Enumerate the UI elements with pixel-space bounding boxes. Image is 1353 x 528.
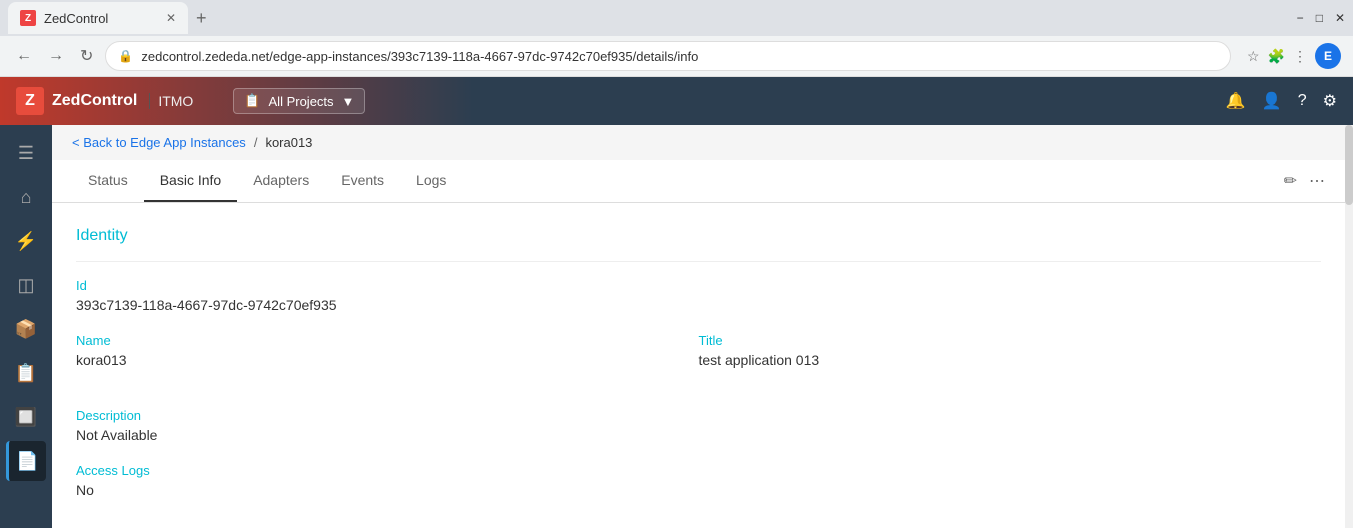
app-logo: Z ZedControl ITMO xyxy=(16,87,209,115)
help-button[interactable]: ? xyxy=(1298,92,1307,110)
title-field-group: Title test application 013 xyxy=(699,333,1322,368)
access-logs-value: No xyxy=(76,482,1321,498)
close-button[interactable]: ✕ xyxy=(1335,11,1345,25)
title-label: Title xyxy=(699,333,1322,348)
project-selector[interactable]: 📋 All Projects ▼ xyxy=(233,88,365,114)
name-field-group: Name kora013 xyxy=(76,333,699,368)
section-divider xyxy=(76,261,1321,262)
sidebar-item-instances[interactable]: 📄 xyxy=(6,441,46,481)
title-value: test application 013 xyxy=(699,352,1322,368)
scrollbar-track[interactable] xyxy=(1345,125,1353,528)
tabs-bar: Status Basic Info Adapters Events Logs ✏… xyxy=(52,160,1345,203)
window-controls: − □ ✕ xyxy=(1297,11,1345,25)
description-value: Not Available xyxy=(76,427,1321,443)
sidebar-item-edge[interactable]: ⚡ xyxy=(6,221,46,261)
logo-icon: Z xyxy=(16,87,44,115)
description-field-group: Description Not Available xyxy=(76,408,1321,443)
name-title-row: Name kora013 Title test application 013 xyxy=(76,333,1321,388)
sidebar-item-home[interactable]: ⌂ xyxy=(6,177,46,217)
minimize-button[interactable]: − xyxy=(1297,11,1304,25)
profile-button[interactable]: E xyxy=(1315,43,1341,69)
tab-basic-info[interactable]: Basic Info xyxy=(144,160,237,202)
tab-close-button[interactable]: ✕ xyxy=(166,11,176,25)
sidebar-item-nodes[interactable]: 🔲 xyxy=(6,397,46,437)
back-nav-button[interactable]: ← xyxy=(12,43,36,69)
name-value: kora013 xyxy=(76,352,699,368)
sidebar-item-menu[interactable]: ☰ xyxy=(6,133,46,173)
project-label: All Projects xyxy=(269,94,334,109)
project-icon: 📋 xyxy=(244,93,260,109)
address-bar-row: ← → ↻ 🔒 zedcontrol.zededa.net/edge-app-i… xyxy=(0,36,1353,76)
main-layout: ☰ ⌂ ⚡ ◫ 📦 📋 🔲 📄 < Back to Edge App Insta… xyxy=(0,125,1353,528)
description-label: Description xyxy=(76,408,1321,423)
more-button[interactable]: ⋮ xyxy=(1293,48,1307,65)
extensions-button[interactable]: 🧩 xyxy=(1268,48,1285,65)
edit-button[interactable]: ✏ xyxy=(1284,171,1297,191)
breadcrumb-current: kora013 xyxy=(265,135,312,150)
tab-title: ZedControl xyxy=(44,11,108,26)
tab-favicon: Z xyxy=(20,10,36,26)
breadcrumb: < Back to Edge App Instances / kora013 xyxy=(52,125,1345,160)
settings-button[interactable]: ⚙ xyxy=(1323,91,1337,111)
app-name: ZedControl xyxy=(52,92,137,110)
app: Z ZedControl ITMO 📋 All Projects ▼ 🔔 👤 ?… xyxy=(0,77,1353,528)
tab-bar: Z ZedControl ✕ + − □ ✕ xyxy=(0,0,1353,36)
maximize-button[interactable]: □ xyxy=(1316,11,1323,25)
sidebar-item-reports[interactable]: 📋 xyxy=(6,353,46,393)
address-bar[interactable]: 🔒 zedcontrol.zededa.net/edge-app-instanc… xyxy=(105,41,1231,71)
tab-actions: ✏ ⋯ xyxy=(1284,171,1325,191)
chevron-down-icon: ▼ xyxy=(342,94,355,109)
reload-button[interactable]: ↻ xyxy=(76,42,97,70)
sidebar-item-apps[interactable]: ◫ xyxy=(6,265,46,305)
back-link[interactable]: < Back to Edge App Instances xyxy=(72,135,246,150)
id-value: 393c7139-118a-4667-97dc-9742c70ef935 xyxy=(76,297,1321,313)
browser-chrome: Z ZedControl ✕ + − □ ✕ ← → ↻ 🔒 zedcontro… xyxy=(0,0,1353,77)
id-label: Id xyxy=(76,278,1321,293)
top-navbar: Z ZedControl ITMO 📋 All Projects ▼ 🔔 👤 ?… xyxy=(0,77,1353,125)
access-logs-label: Access Logs xyxy=(76,463,1321,478)
bookmark-button[interactable]: ☆ xyxy=(1247,48,1260,65)
breadcrumb-separator: / xyxy=(254,135,258,150)
browser-actions: ☆ 🧩 ⋮ E xyxy=(1247,43,1341,69)
new-tab-button[interactable]: + xyxy=(196,8,207,29)
sidebar: ☰ ⌂ ⚡ ◫ 📦 📋 🔲 📄 xyxy=(0,125,52,528)
access-logs-field-group: Access Logs No xyxy=(76,463,1321,498)
tab-logs[interactable]: Logs xyxy=(400,160,462,202)
scrollbar-thumb[interactable] xyxy=(1345,125,1353,205)
tab-adapters[interactable]: Adapters xyxy=(237,160,325,202)
org-name: ITMO xyxy=(149,93,193,109)
nav-right: 🔔 👤 ? ⚙ xyxy=(1226,91,1337,111)
id-field-group: Id 393c7139-118a-4667-97dc-9742c70ef935 xyxy=(76,278,1321,313)
tab-events[interactable]: Events xyxy=(325,160,400,202)
tab-status[interactable]: Status xyxy=(72,160,144,202)
forward-nav-button[interactable]: → xyxy=(44,43,68,69)
more-options-button[interactable]: ⋯ xyxy=(1309,171,1325,191)
user-profile-button[interactable]: 👤 xyxy=(1262,91,1282,111)
browser-tab[interactable]: Z ZedControl ✕ xyxy=(8,2,188,34)
lock-icon: 🔒 xyxy=(118,49,133,63)
url-text: zedcontrol.zededa.net/edge-app-instances… xyxy=(141,49,1218,64)
name-label: Name xyxy=(76,333,699,348)
notifications-button[interactable]: 🔔 xyxy=(1226,91,1246,111)
identity-section-title: Identity xyxy=(76,227,1321,245)
content-area: < Back to Edge App Instances / kora013 S… xyxy=(52,125,1345,528)
sidebar-item-catalog[interactable]: 📦 xyxy=(6,309,46,349)
detail-content: Identity Id 393c7139-118a-4667-97dc-9742… xyxy=(52,203,1345,528)
